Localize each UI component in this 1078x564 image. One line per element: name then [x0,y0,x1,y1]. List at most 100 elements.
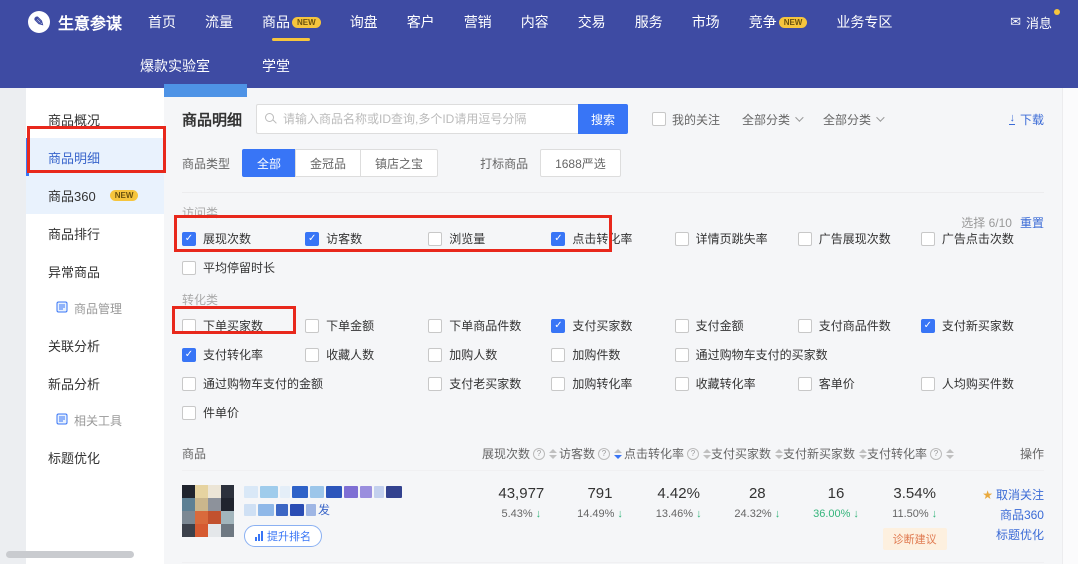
metric-checkbox-广告点击次数[interactable]: 广告点击次数 [921,230,1044,247]
checkbox-icon[interactable] [675,232,689,246]
sidebar-item-7[interactable]: 关联分析 [26,326,164,364]
metric-checkbox-通过购物车支付的金额[interactable]: 通过购物车支付的金额 [182,375,428,392]
logo[interactable]: ✎ 生意参谋 [28,10,122,34]
subnav-item-1[interactable]: 爆款实验室 [140,56,210,76]
sort-control[interactable] [703,449,711,459]
search-button[interactable]: 搜索 [578,104,628,134]
metric-checkbox-支付金额[interactable]: 支付金额 [675,317,798,334]
sidebar-tool-item-9[interactable]: 相关工具 [26,402,164,438]
checkbox-icon[interactable] [428,319,442,333]
checkbox-icon[interactable] [921,377,935,391]
checkbox-icon[interactable] [305,319,319,333]
help-icon[interactable]: ? [598,448,610,460]
help-icon[interactable]: ? [930,448,942,460]
nav-item-10[interactable]: 市场 [692,0,720,44]
nav-item-1[interactable]: 首页 [148,0,176,44]
sidebar-item-1[interactable]: 商品概况 [26,100,164,138]
nav-item-7[interactable]: 内容 [521,0,549,44]
checkbox-icon[interactable]: ✓ [551,319,565,333]
checkbox-icon[interactable] [798,319,812,333]
metric-checkbox-下单商品件数[interactable]: 下单商品件数 [428,317,551,334]
metric-checkbox-收藏人数[interactable]: 收藏人数 [305,346,428,363]
checkbox-icon[interactable]: ✓ [921,319,935,333]
right-scrollbar-track[interactable] [1062,88,1078,564]
nav-item-8[interactable]: 交易 [578,0,606,44]
product-title-link[interactable] [244,485,402,498]
checkbox-icon[interactable] [428,232,442,246]
metric-checkbox-浏览量[interactable]: 浏览量 [428,230,551,247]
metric-checkbox-加购人数[interactable]: 加购人数 [428,346,551,363]
checkbox-icon[interactable] [675,319,689,333]
horizontal-scroll-indicator[interactable] [164,84,247,97]
checkbox-icon[interactable] [551,348,565,362]
reset-link[interactable]: 重置 [1020,214,1044,231]
checkbox-icon[interactable] [798,377,812,391]
checkbox-icon[interactable]: ✓ [305,232,319,246]
type-option-1[interactable]: 全部 [242,149,296,177]
checkbox-icon[interactable] [305,348,319,362]
type-option-2[interactable]: 金冠品 [295,149,361,177]
metric-checkbox-支付新买家数[interactable]: ✓支付新买家数 [921,317,1044,334]
checkbox-icon[interactable] [675,348,689,362]
checkbox-icon[interactable] [551,377,565,391]
checkbox-icon[interactable]: ✓ [182,232,196,246]
sort-control[interactable] [775,449,783,459]
subnav-item-2[interactable]: 学堂 [262,56,290,76]
sidebar-item-8[interactable]: 新品分析 [26,364,164,402]
metric-checkbox-平均停留时长[interactable]: 平均停留时长 [182,259,305,276]
help-icon[interactable]: ? [533,448,545,460]
checkbox-icon[interactable]: ✓ [551,232,565,246]
sort-control[interactable] [859,449,867,459]
metric-checkbox-加购转化率[interactable]: 加购转化率 [551,375,674,392]
product-title-link[interactable]: 发 [244,503,402,516]
sort-control[interactable] [946,449,954,459]
category-select-1[interactable]: 全部分类 [742,111,801,128]
nav-item-2[interactable]: 流量 [205,0,233,44]
sidebar-item-5[interactable]: 异常商品 [26,252,164,290]
metric-checkbox-客单价[interactable]: 客单价 [798,375,921,392]
metric-checkbox-支付老买家数[interactable]: 支付老买家数 [428,375,551,392]
checkbox-icon[interactable] [798,232,812,246]
metric-checkbox-支付买家数[interactable]: ✓支付买家数 [551,317,674,334]
bottom-scrollbar-thumb[interactable] [6,551,134,558]
sidebar-tool-item-6[interactable]: 商品管理 [26,290,164,326]
product-thumbnail[interactable] [182,485,234,537]
nav-item-5[interactable]: 客户 [407,0,435,44]
help-icon[interactable]: ? [687,448,699,460]
metric-checkbox-点击转化率[interactable]: ✓点击转化率 [551,230,674,247]
my-follow-checkbox[interactable]: 我的关注 [652,111,720,128]
metric-checkbox-人均购买件数[interactable]: 人均购买件数 [921,375,1044,392]
metric-checkbox-下单金额[interactable]: 下单金额 [305,317,428,334]
checkbox-icon[interactable] [182,377,196,391]
checkbox-icon[interactable] [675,377,689,391]
metric-checkbox-支付商品件数[interactable]: 支付商品件数 [798,317,921,334]
metric-checkbox-支付转化率[interactable]: ✓支付转化率 [182,346,305,363]
download-button[interactable]: ↓ 下载 [1009,111,1044,128]
tag-option-1[interactable]: 1688严选 [540,149,621,177]
sort-control[interactable] [614,449,622,459]
metric-checkbox-展现次数[interactable]: ✓展现次数 [182,230,305,247]
checkbox-icon[interactable] [652,112,666,126]
checkbox-icon[interactable] [921,232,935,246]
checkbox-icon[interactable] [182,261,196,275]
action-link-取消关注[interactable]: ★取消关注 [954,485,1044,505]
messages-button[interactable]: ✉ 消息 [1010,13,1052,32]
checkbox-icon[interactable] [428,348,442,362]
sidebar-item-2[interactable]: 商品明细 [26,138,164,176]
checkbox-icon[interactable] [182,406,196,420]
nav-item-9[interactable]: 服务 [635,0,663,44]
metric-checkbox-下单买家数[interactable]: 下单买家数 [182,317,305,334]
metric-checkbox-广告展现次数[interactable]: 广告展现次数 [798,230,921,247]
nav-item-3[interactable]: 商品NEW [262,0,321,44]
search-input[interactable] [256,104,578,134]
sidebar-item-4[interactable]: 商品排行 [26,214,164,252]
sidebar-item-3[interactable]: 商品360NEW [26,176,164,214]
nav-item-6[interactable]: 营销 [464,0,492,44]
category-select-2[interactable]: 全部分类 [823,111,882,128]
metric-checkbox-通过购物车支付的买家数[interactable]: 通过购物车支付的买家数 [675,346,921,363]
action-link-标题优化[interactable]: 标题优化 [954,525,1044,545]
nav-item-4[interactable]: 询盘 [350,0,378,44]
metric-checkbox-详情页跳失率[interactable]: 详情页跳失率 [675,230,798,247]
sort-control[interactable] [549,449,557,459]
nav-item-12[interactable]: 业务专区 [836,0,892,44]
